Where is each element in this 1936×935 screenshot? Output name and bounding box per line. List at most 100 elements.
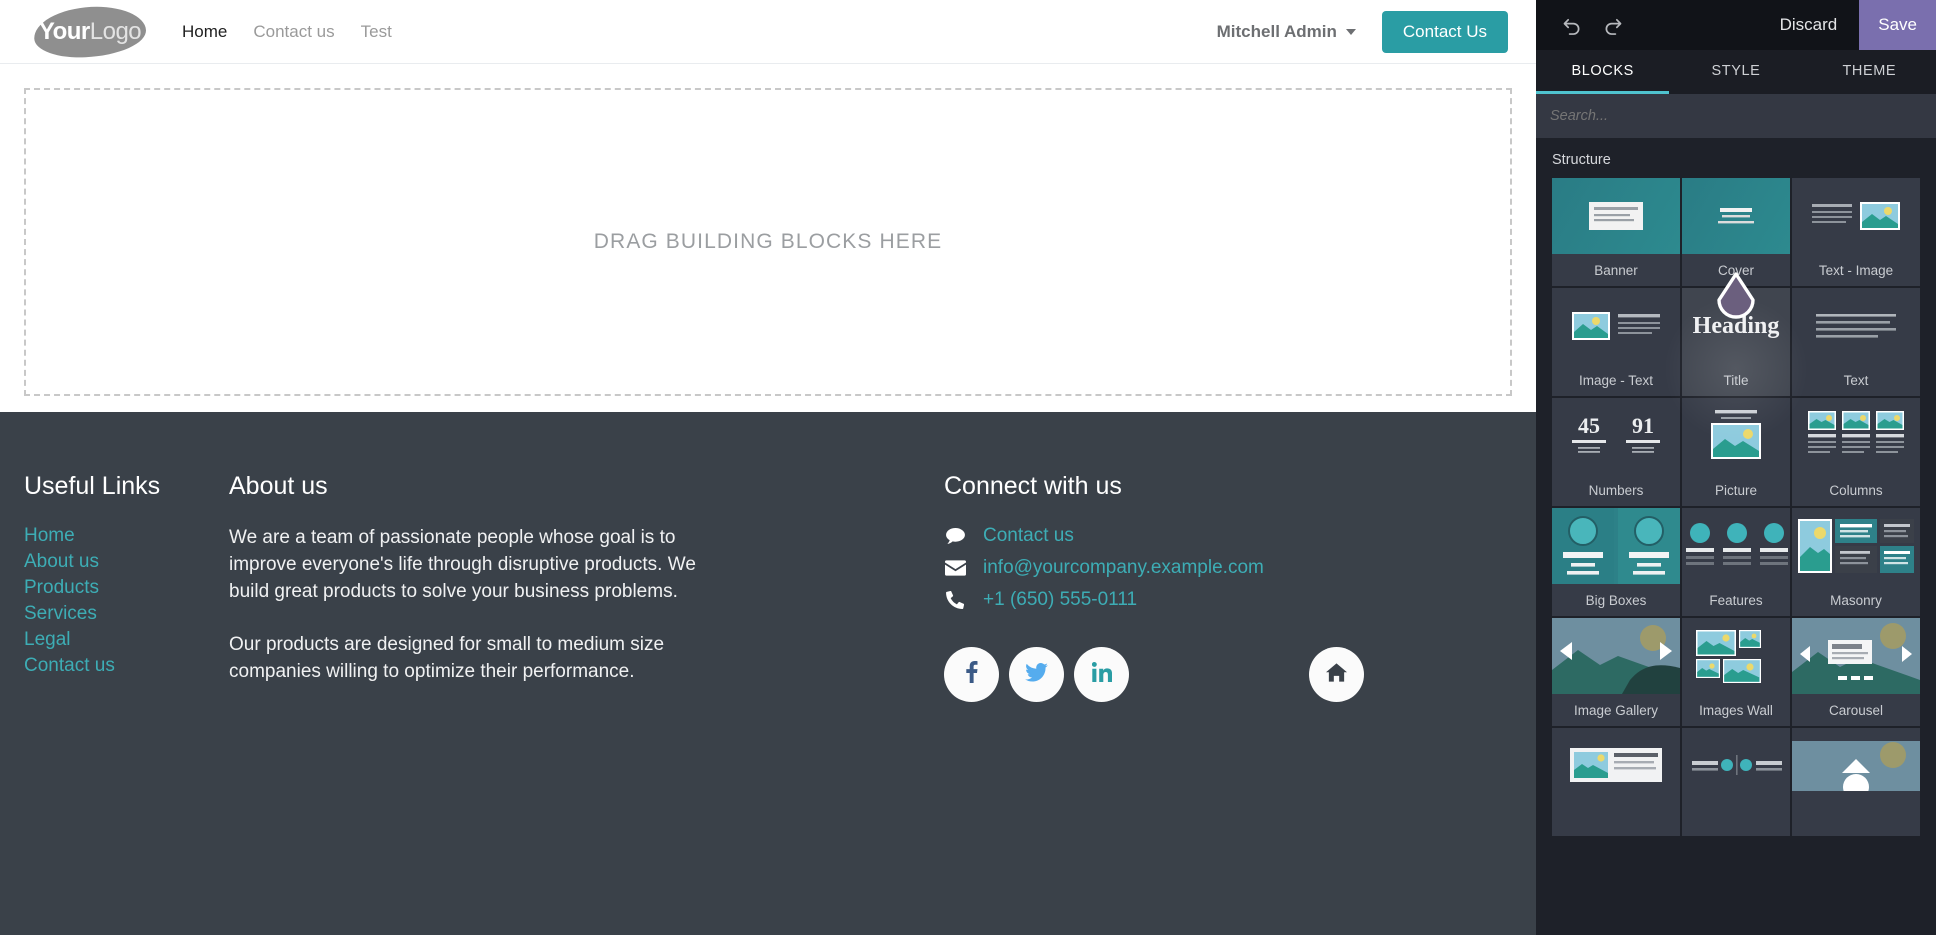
block-picture[interactable]: Picture xyxy=(1682,398,1790,506)
block-features[interactable]: Features xyxy=(1682,508,1790,616)
nav-item-home[interactable]: Home xyxy=(182,22,227,42)
linkedin-button[interactable] xyxy=(1074,647,1129,702)
columns-thumbnail-icon xyxy=(1792,398,1920,474)
tab-theme[interactable]: THEME xyxy=(1803,50,1936,94)
images-wall-thumbnail-icon xyxy=(1682,618,1790,694)
site-logo[interactable]: Your Logo xyxy=(32,3,148,60)
connect-title: Connect with us xyxy=(944,472,1122,500)
twitter-icon xyxy=(1025,662,1048,687)
footer-link-contact-us[interactable]: Contact us xyxy=(24,655,115,676)
banner-thumbnail-icon xyxy=(1552,178,1680,254)
block-image-gallery[interactable]: Image Gallery xyxy=(1552,618,1680,726)
useful-links-title: Useful Links xyxy=(24,472,161,500)
block-label xyxy=(1792,804,1920,836)
footer-link-home[interactable]: Home xyxy=(24,525,75,546)
footer-link-services[interactable]: Services xyxy=(24,603,97,624)
facebook-button[interactable] xyxy=(944,647,999,702)
block-label: Big Boxes xyxy=(1585,592,1647,608)
save-button[interactable]: Save xyxy=(1859,0,1936,50)
phone-icon xyxy=(944,591,966,609)
navbar-right: Mitchell Admin Contact Us xyxy=(1217,10,1508,53)
block-label: Image - Text xyxy=(1578,372,1654,388)
partial-thumbnail-icon xyxy=(1682,728,1790,804)
block-columns[interactable]: Columns xyxy=(1792,398,1920,506)
block-title[interactable]: Heading Title xyxy=(1661,272,1811,444)
block-label: Images Wall xyxy=(1699,702,1773,718)
footer-link-products[interactable]: Products xyxy=(24,577,99,598)
footer-columns: Useful Links Home About us Products Serv… xyxy=(24,472,1512,712)
block-text-image[interactable]: Text - Image xyxy=(1792,178,1920,286)
list-item: +1 (650) 555-0111 xyxy=(944,589,1364,611)
search-bar xyxy=(1536,94,1936,138)
website-preview: Your Logo Home Contact us Test Mitchell A… xyxy=(0,0,1536,935)
block-next-row-partial-3[interactable] xyxy=(1792,728,1920,836)
tab-blocks[interactable]: BLOCKS xyxy=(1536,50,1670,94)
redo-icon[interactable] xyxy=(1596,8,1630,42)
list-item: About us xyxy=(24,551,229,573)
search-input[interactable] xyxy=(1550,108,1922,124)
footer-connect-with-us: Connect with us Contact us info@yourcomp… xyxy=(944,472,1364,712)
list-item: Legal xyxy=(24,629,229,651)
contact-link-email[interactable]: info@yourcompany.example.com xyxy=(983,557,1264,579)
block-carousel[interactable]: Carousel xyxy=(1792,618,1920,726)
useful-links-list: Home About us Products Services Legal Co… xyxy=(24,525,229,677)
twitter-button[interactable] xyxy=(1009,647,1064,702)
contact-link-phone[interactable]: +1 (650) 555-0111 xyxy=(983,589,1137,611)
block-big-boxes[interactable]: Big Boxes xyxy=(1552,508,1680,616)
block-images-wall[interactable]: Images Wall xyxy=(1682,618,1790,726)
chevron-down-icon xyxy=(1345,28,1356,35)
block-label: Features xyxy=(1709,592,1763,608)
blocks-grid: Banner Cover Text - Image Image - Text H… xyxy=(1536,178,1936,836)
block-label: Title xyxy=(1723,372,1749,388)
block-masonry[interactable]: Masonry xyxy=(1792,508,1920,616)
discard-button[interactable]: Discard xyxy=(1758,15,1860,35)
contact-us-button[interactable]: Contact Us xyxy=(1381,10,1508,53)
text-image-thumbnail-icon xyxy=(1792,178,1920,254)
block-label: Image Gallery xyxy=(1573,702,1659,718)
numbers-sample-2: 91 xyxy=(1632,412,1654,438)
numbers-thumbnail-icon: 45 91 xyxy=(1552,398,1680,474)
block-numbers[interactable]: 45 91 Numbers xyxy=(1552,398,1680,506)
block-label: Text xyxy=(1843,372,1869,388)
list-item: info@yourcompany.example.com xyxy=(944,557,1364,579)
home-button[interactable] xyxy=(1309,647,1364,702)
block-label: Text - Image xyxy=(1818,262,1894,278)
contact-rows: Contact us info@yourcompany.example.com xyxy=(944,525,1364,611)
block-label: Masonry xyxy=(1830,592,1882,608)
logo-text: Your Logo xyxy=(34,7,146,57)
blocks-panel-body: Structure Banner Cover Text - Image Imag… xyxy=(1536,138,1936,935)
footer-link-about-us[interactable]: About us xyxy=(24,551,99,572)
masonry-thumbnail-icon xyxy=(1792,508,1920,584)
contact-link-contact-us[interactable]: Contact us xyxy=(983,525,1074,547)
partial-thumbnail-icon xyxy=(1792,728,1920,804)
numbers-sample-1: 45 xyxy=(1578,412,1600,438)
tab-style[interactable]: STYLE xyxy=(1669,50,1802,94)
title-sample-text: Heading xyxy=(1692,312,1780,339)
footer-useful-links: Useful Links Home About us Products Serv… xyxy=(24,472,229,712)
carousel-thumbnail-icon xyxy=(1792,618,1920,694)
title-thumbnail-icon: Heading xyxy=(1682,288,1790,364)
cover-thumbnail-icon xyxy=(1682,178,1790,254)
undo-icon[interactable] xyxy=(1554,8,1588,42)
nav-item-test[interactable]: Test xyxy=(361,22,392,42)
partial-thumbnail-icon xyxy=(1552,728,1680,804)
user-menu[interactable]: Mitchell Admin xyxy=(1217,22,1356,42)
nav-item-contact-us[interactable]: Contact us xyxy=(253,22,334,42)
section-title-structure: Structure xyxy=(1552,152,1611,168)
features-thumbnail-icon xyxy=(1682,508,1790,584)
block-label xyxy=(1552,804,1680,836)
block-text[interactable]: Text xyxy=(1792,288,1920,396)
block-next-row-partial-1[interactable] xyxy=(1552,728,1680,836)
block-cover[interactable]: Cover xyxy=(1682,178,1790,286)
drop-zone-label: DRAG BUILDING BLOCKS HERE xyxy=(593,230,943,253)
block-label: Banner xyxy=(1594,262,1638,278)
block-label: Numbers xyxy=(1588,482,1644,498)
footer-link-legal[interactable]: Legal xyxy=(24,629,71,650)
block-next-row-partial-2[interactable] xyxy=(1682,728,1790,836)
drop-zone[interactable]: DRAG BUILDING BLOCKS HERE xyxy=(24,88,1512,396)
about-us-paragraph-1: We are a team of passionate people whose… xyxy=(229,527,696,602)
facebook-icon xyxy=(965,661,978,688)
block-image-text[interactable]: Image - Text xyxy=(1552,288,1680,396)
social-links xyxy=(944,647,1364,702)
block-banner[interactable]: Banner xyxy=(1552,178,1680,286)
